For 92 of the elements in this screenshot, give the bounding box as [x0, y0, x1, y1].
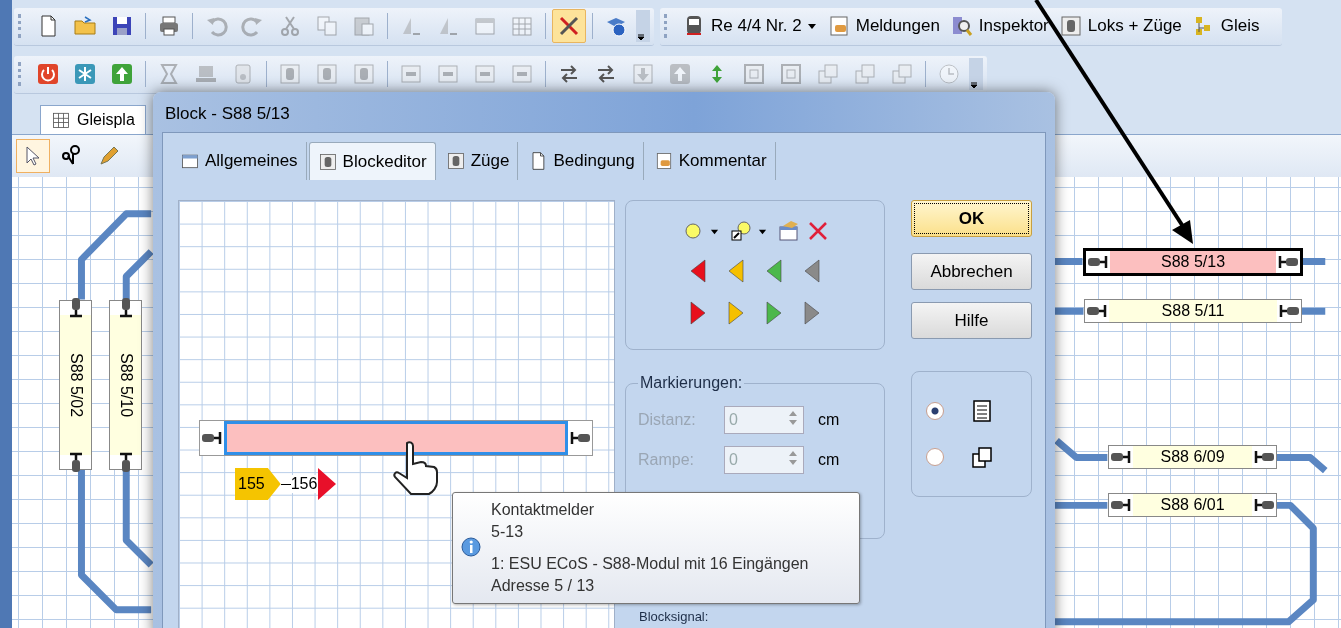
- unit-label: cm: [818, 451, 840, 469]
- locomotive-icon: [317, 151, 338, 172]
- left-triangle-icon[interactable]: [766, 259, 782, 283]
- contact-label: 156: [290, 475, 318, 493]
- locomotive-icon: [1058, 14, 1083, 39]
- connector-icon: [1085, 304, 1109, 319]
- connector-icon: [1252, 450, 1276, 465]
- tooltip-text: 1: ESU ECoS - S88-Modul mit 16 Eingängen: [491, 554, 809, 574]
- right-triangle-icon[interactable]: [728, 301, 744, 325]
- dialog-button[interactable]: Abbrechen: [911, 253, 1032, 290]
- properties-icon[interactable]: [776, 219, 801, 243]
- paste-icon: [352, 14, 376, 39]
- windows-icon: [890, 62, 914, 87]
- windows-icon: [853, 62, 877, 87]
- toolbar-button[interactable]: [552, 9, 586, 44]
- connector-icon: [1277, 304, 1301, 319]
- copy-icon: [315, 14, 339, 39]
- left-triangle-icon[interactable]: [728, 259, 744, 283]
- block-label: S88 5/11: [1109, 300, 1277, 323]
- field-label: Rampe:: [638, 451, 696, 469]
- track-block[interactable]: [199, 420, 593, 456]
- field-label: Distanz:: [638, 411, 697, 429]
- right-triangle-icon[interactable]: [804, 301, 820, 325]
- connector-icon: [68, 450, 83, 475]
- overflow-button[interactable]: [636, 10, 650, 43]
- list-icon: [970, 399, 994, 423]
- block-label: S88 6/09: [1133, 446, 1252, 469]
- info-icon: [459, 536, 483, 560]
- windows-icon: [816, 62, 840, 87]
- tooltip-text: Kontaktmelder: [491, 500, 596, 520]
- tooltip-text: 5-13: [491, 522, 525, 542]
- windows-icon: [970, 445, 994, 469]
- chevron-icon: [636, 32, 646, 43]
- block-label: S88 5/02: [60, 315, 91, 456]
- dialog-button[interactable]: Hilfe: [911, 302, 1032, 339]
- track-block[interactable]: S88 6/01: [1108, 493, 1277, 518]
- toolbar-link[interactable]: Loks + Züge: [1056, 14, 1184, 39]
- track-block[interactable]: S88 5/13: [1083, 248, 1303, 277]
- block-label: S88 6/01: [1133, 494, 1252, 517]
- toolbar-link[interactable]: Inspektor: [947, 14, 1051, 39]
- connector-icon: [200, 431, 224, 445]
- frame-icon: [779, 62, 803, 87]
- connector-icon: [118, 450, 133, 475]
- group-title: Blocksignal:: [639, 609, 710, 624]
- dialog-button[interactable]: OK: [911, 200, 1032, 237]
- unit-label: cm: [818, 411, 840, 429]
- dialog-tab[interactable]: Züge: [437, 142, 519, 180]
- block-label: S88 5/10: [110, 315, 141, 456]
- frame-icon: [742, 62, 766, 87]
- track-block[interactable]: S88 5/11: [1084, 299, 1302, 324]
- tooltip-text: Adresse 5 / 13: [491, 576, 596, 596]
- toolbar-link[interactable]: Re 4/4 Nr. 2: [680, 14, 819, 39]
- locomotive-icon: [445, 151, 466, 171]
- connector-icon: [1109, 450, 1133, 465]
- grid-icon: [510, 14, 534, 39]
- snowflake-icon: [73, 62, 97, 87]
- radio-button[interactable]: [926, 402, 944, 420]
- locomotive-icon: [352, 62, 376, 87]
- block-label: S88 5/13: [1110, 251, 1276, 274]
- chevron-icon: [969, 80, 979, 91]
- dialog-title: Block - S88 5/13: [164, 103, 291, 125]
- left-triangle-icon[interactable]: [804, 259, 820, 283]
- radio-button[interactable]: [926, 448, 944, 466]
- grid-icon: [51, 110, 71, 131]
- group-title: Markierungen:: [639, 374, 744, 392]
- track-block[interactable]: S88 5/10: [109, 300, 142, 471]
- dialog-tab[interactable]: Bedingung: [520, 142, 644, 180]
- toolbar-link[interactable]: Gleis: [1189, 14, 1262, 39]
- dialog-tab[interactable]: Allgemeines: [172, 142, 307, 180]
- overflow-button[interactable]: [969, 58, 983, 91]
- right-triangle-icon[interactable]: [690, 301, 706, 325]
- printer-icon: [157, 14, 181, 39]
- right-triangle-icon[interactable]: [766, 301, 782, 325]
- toolbar-link[interactable]: Meldungen: [824, 14, 942, 39]
- contact-tag[interactable]: 155: [235, 468, 281, 500]
- clock-icon: [937, 62, 961, 87]
- locomotive-icon: [315, 62, 339, 87]
- connector-icon: [1252, 498, 1276, 513]
- shapes-icon[interactable]: [728, 219, 753, 243]
- connector-icon: [1109, 498, 1133, 513]
- document-tab[interactable]: Gleispla: [40, 105, 146, 135]
- connector-icon: [1276, 255, 1300, 270]
- dialog-tab[interactable]: Kommentar: [645, 142, 776, 180]
- locomotive-icon: [278, 62, 302, 87]
- connector-icon: [1086, 255, 1110, 270]
- track-block[interactable]: S88 6/09: [1108, 445, 1277, 470]
- dialog-tab[interactable]: Blockeditor: [308, 142, 436, 180]
- power-icon: [36, 62, 60, 87]
- left-triangle-icon[interactable]: [690, 259, 706, 283]
- scissors-icon: [278, 14, 302, 39]
- connector-icon: [568, 431, 592, 445]
- track-block[interactable]: S88 5/02: [59, 300, 92, 471]
